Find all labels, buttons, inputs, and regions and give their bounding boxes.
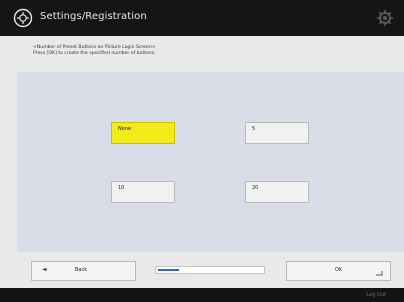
footer-bar: Log Out [0,288,404,302]
option-none-button[interactable]: None [111,122,175,144]
option-label: 10 [118,185,125,191]
page-title: Settings/Registration [40,11,147,22]
gear-icon[interactable] [376,9,394,27]
logout-button[interactable]: Log Out [366,292,386,298]
progress-fill [158,269,179,271]
left-arrow-icon: ◄ [42,266,47,273]
option-20-button[interactable]: 20 [245,181,309,203]
back-button-label: Back [75,267,88,273]
settings-registration-icon [13,8,33,28]
title-bar: Settings/Registration [0,0,404,36]
ok-button-label: OK [335,267,343,273]
option-5-button[interactable]: 5 [245,122,309,144]
instruction-text: Press [OK] to create the specified numbe… [33,51,156,57]
back-button[interactable]: ◄ Back [31,261,136,281]
ok-corner-mark-icon [376,271,383,276]
instructions: <Number of Preset Buttons on Picture Log… [33,45,373,58]
options-panel [17,72,404,252]
option-label: 5 [252,126,256,132]
option-label: 20 [252,185,259,191]
ok-button[interactable]: OK [286,261,391,281]
progress-bar [155,266,265,274]
option-label: None [118,126,132,132]
option-10-button[interactable]: 10 [111,181,175,203]
